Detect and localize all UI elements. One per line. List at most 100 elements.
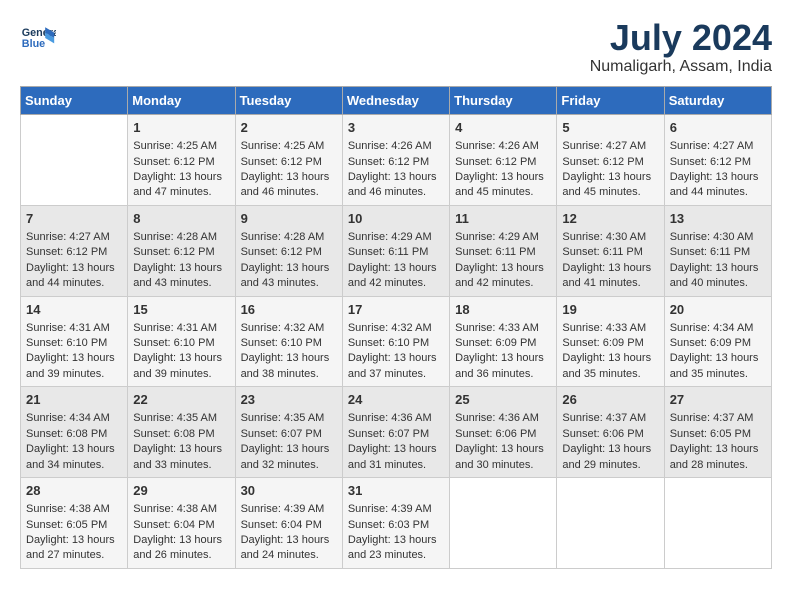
day-info: Sunrise: 4:39 AM [241, 502, 337, 517]
day-info: Sunrise: 4:27 AM [670, 139, 766, 154]
day-info: Daylight: 13 hours [348, 442, 444, 457]
day-info: Sunrise: 4:33 AM [455, 321, 551, 336]
day-info: Daylight: 13 hours [562, 170, 658, 185]
svg-text:Blue: Blue [22, 38, 45, 50]
calendar-cell: 29Sunrise: 4:38 AMSunset: 6:04 PMDayligh… [128, 478, 235, 569]
day-info: and 43 minutes. [133, 276, 229, 291]
day-number: 7 [26, 210, 122, 228]
calendar-cell: 18Sunrise: 4:33 AMSunset: 6:09 PMDayligh… [450, 296, 557, 387]
day-number: 2 [241, 119, 337, 137]
day-number: 6 [670, 119, 766, 137]
calendar-cell: 19Sunrise: 4:33 AMSunset: 6:09 PMDayligh… [557, 296, 664, 387]
day-info: Sunrise: 4:31 AM [133, 321, 229, 336]
day-info: and 40 minutes. [670, 276, 766, 291]
day-number: 13 [670, 210, 766, 228]
day-number: 21 [26, 391, 122, 409]
calendar-cell: 7Sunrise: 4:27 AMSunset: 6:12 PMDaylight… [21, 205, 128, 296]
day-info: Sunset: 6:09 PM [670, 336, 766, 351]
day-number: 23 [241, 391, 337, 409]
weekday-header: Sunday [21, 87, 128, 115]
day-number: 22 [133, 391, 229, 409]
day-info: Daylight: 13 hours [455, 261, 551, 276]
calendar-week-row: 14Sunrise: 4:31 AMSunset: 6:10 PMDayligh… [21, 296, 772, 387]
day-number: 27 [670, 391, 766, 409]
day-info: Sunset: 6:06 PM [455, 427, 551, 442]
calendar-cell: 20Sunrise: 4:34 AMSunset: 6:09 PMDayligh… [664, 296, 771, 387]
calendar-cell [557, 478, 664, 569]
calendar-cell: 10Sunrise: 4:29 AMSunset: 6:11 PMDayligh… [342, 205, 449, 296]
day-info: Sunset: 6:11 PM [562, 245, 658, 260]
day-info: and 45 minutes. [455, 185, 551, 200]
day-info: Sunrise: 4:36 AM [455, 411, 551, 426]
day-number: 5 [562, 119, 658, 137]
day-info: Sunset: 6:12 PM [455, 155, 551, 170]
calendar-cell: 24Sunrise: 4:36 AMSunset: 6:07 PMDayligh… [342, 387, 449, 478]
day-info: Daylight: 13 hours [455, 351, 551, 366]
day-info: and 41 minutes. [562, 276, 658, 291]
day-info: and 28 minutes. [670, 458, 766, 473]
day-info: Daylight: 13 hours [133, 261, 229, 276]
calendar-cell: 30Sunrise: 4:39 AMSunset: 6:04 PMDayligh… [235, 478, 342, 569]
day-info: Daylight: 13 hours [670, 261, 766, 276]
calendar-cell: 11Sunrise: 4:29 AMSunset: 6:11 PMDayligh… [450, 205, 557, 296]
day-info: Sunset: 6:03 PM [348, 518, 444, 533]
day-info: and 35 minutes. [670, 367, 766, 382]
title-block: July 2024 Numaligarh, Assam, India [590, 20, 772, 76]
calendar-cell: 22Sunrise: 4:35 AMSunset: 6:08 PMDayligh… [128, 387, 235, 478]
day-info: Daylight: 13 hours [348, 261, 444, 276]
day-number: 14 [26, 301, 122, 319]
calendar-cell: 12Sunrise: 4:30 AMSunset: 6:11 PMDayligh… [557, 205, 664, 296]
weekday-header: Friday [557, 87, 664, 115]
day-info: Sunrise: 4:39 AM [348, 502, 444, 517]
day-info: and 39 minutes. [26, 367, 122, 382]
logo-icon: General Blue [20, 20, 56, 56]
day-info: Sunset: 6:04 PM [133, 518, 229, 533]
day-info: Sunrise: 4:34 AM [26, 411, 122, 426]
day-number: 30 [241, 482, 337, 500]
day-number: 8 [133, 210, 229, 228]
day-info: and 39 minutes. [133, 367, 229, 382]
day-info: and 38 minutes. [241, 367, 337, 382]
day-info: Sunrise: 4:29 AM [348, 230, 444, 245]
day-info: Daylight: 13 hours [562, 351, 658, 366]
day-info: Sunrise: 4:35 AM [241, 411, 337, 426]
day-info: Sunrise: 4:25 AM [133, 139, 229, 154]
day-info: Daylight: 13 hours [670, 351, 766, 366]
calendar-cell: 5Sunrise: 4:27 AMSunset: 6:12 PMDaylight… [557, 115, 664, 206]
day-info: and 29 minutes. [562, 458, 658, 473]
day-info: Daylight: 13 hours [26, 261, 122, 276]
day-info: Daylight: 13 hours [133, 351, 229, 366]
calendar-cell: 28Sunrise: 4:38 AMSunset: 6:05 PMDayligh… [21, 478, 128, 569]
day-info: Sunrise: 4:25 AM [241, 139, 337, 154]
day-info: Sunrise: 4:36 AM [348, 411, 444, 426]
day-info: Sunrise: 4:38 AM [133, 502, 229, 517]
calendar-cell: 25Sunrise: 4:36 AMSunset: 6:06 PMDayligh… [450, 387, 557, 478]
day-info: Sunset: 6:12 PM [133, 245, 229, 260]
day-info: and 42 minutes. [348, 276, 444, 291]
day-info: and 26 minutes. [133, 548, 229, 563]
day-info: and 24 minutes. [241, 548, 337, 563]
day-info: Daylight: 13 hours [348, 170, 444, 185]
day-info: Daylight: 13 hours [133, 170, 229, 185]
day-info: Sunset: 6:10 PM [133, 336, 229, 351]
day-info: and 31 minutes. [348, 458, 444, 473]
day-number: 9 [241, 210, 337, 228]
day-info: Sunset: 6:05 PM [26, 518, 122, 533]
day-info: Daylight: 13 hours [455, 170, 551, 185]
day-info: Daylight: 13 hours [562, 442, 658, 457]
day-number: 16 [241, 301, 337, 319]
calendar-cell: 26Sunrise: 4:37 AMSunset: 6:06 PMDayligh… [557, 387, 664, 478]
day-info: Sunset: 6:12 PM [241, 155, 337, 170]
day-info: and 32 minutes. [241, 458, 337, 473]
calendar-cell: 9Sunrise: 4:28 AMSunset: 6:12 PMDaylight… [235, 205, 342, 296]
day-info: Sunset: 6:12 PM [26, 245, 122, 260]
day-info: Daylight: 13 hours [133, 442, 229, 457]
day-info: Daylight: 13 hours [26, 442, 122, 457]
day-number: 1 [133, 119, 229, 137]
day-info: Daylight: 13 hours [26, 533, 122, 548]
calendar-week-row: 7Sunrise: 4:27 AMSunset: 6:12 PMDaylight… [21, 205, 772, 296]
day-info: and 23 minutes. [348, 548, 444, 563]
day-number: 15 [133, 301, 229, 319]
day-number: 31 [348, 482, 444, 500]
day-info: Sunrise: 4:34 AM [670, 321, 766, 336]
